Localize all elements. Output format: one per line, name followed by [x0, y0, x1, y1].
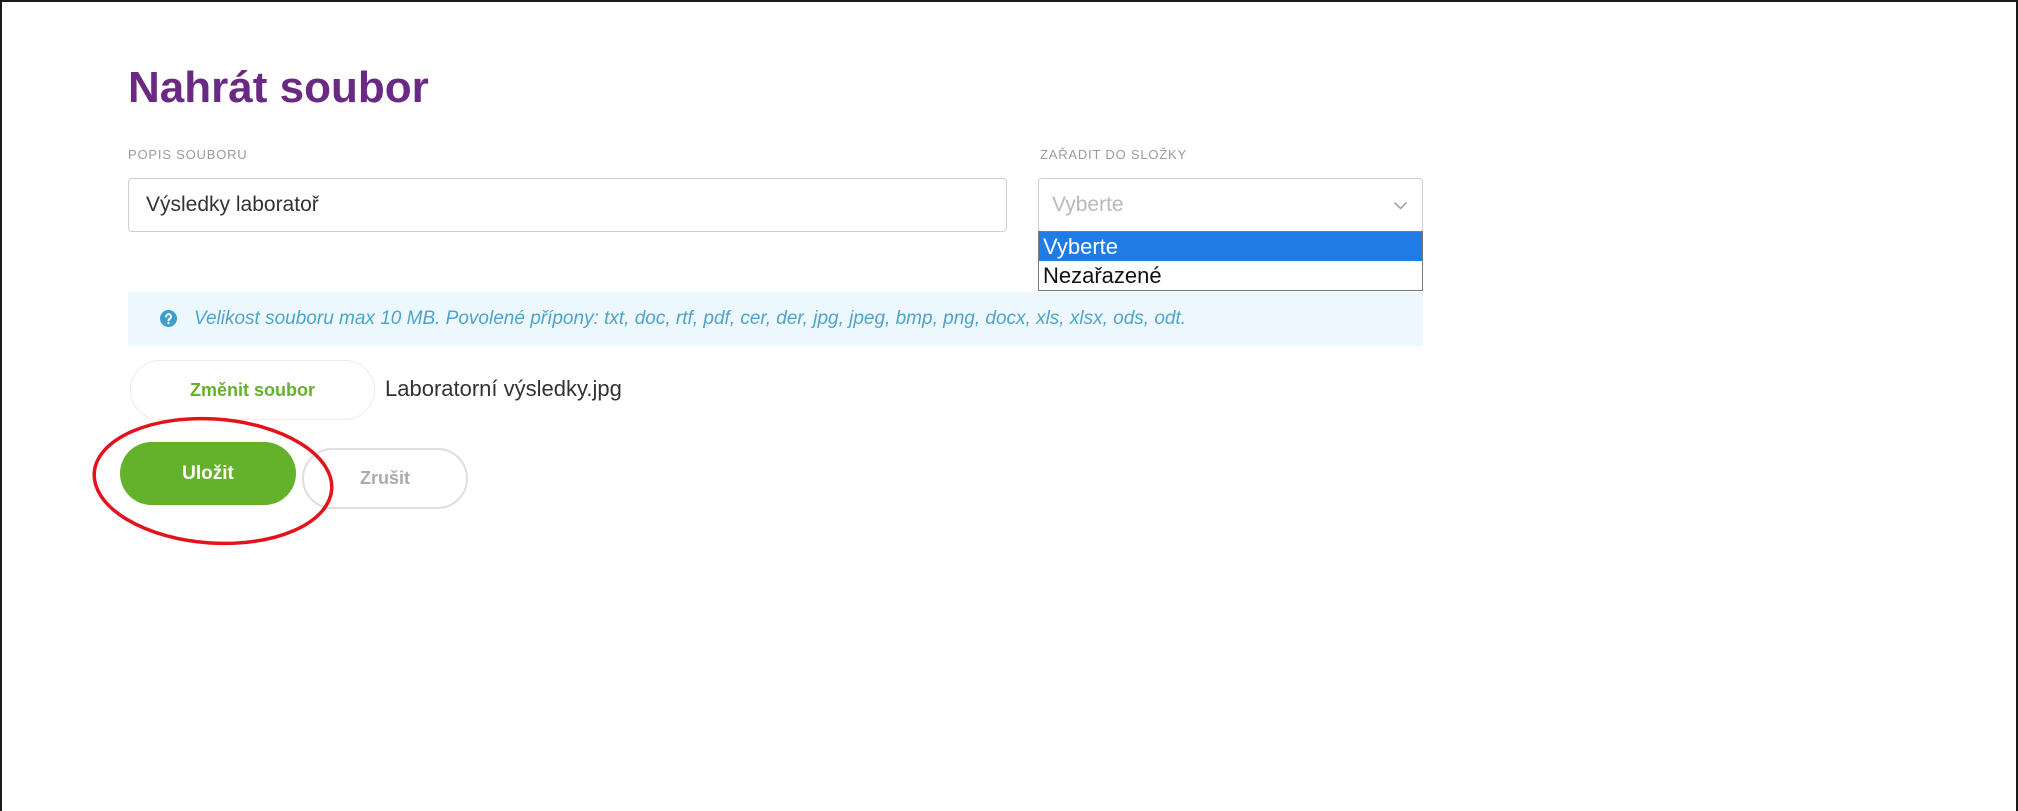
page-title: Nahrát soubor: [128, 63, 429, 112]
info-box: Velikost souboru max 10 MB. Povolené pří…: [128, 292, 1423, 346]
folder-label: ZAŘADIT DO SLOŽKY: [1040, 147, 1187, 162]
chevron-down-icon: [1394, 202, 1407, 210]
folder-select-value: Vyberte: [1052, 193, 1124, 216]
info-text: Velikost souboru max 10 MB. Povolené pří…: [194, 308, 1187, 329]
change-file-button[interactable]: Změnit soubor: [130, 360, 375, 420]
cancel-button[interactable]: Zrušit: [302, 448, 468, 509]
folder-option-nezarazene[interactable]: Nezařazené: [1039, 261, 1422, 290]
folder-option-vyberte[interactable]: Vyberte: [1039, 232, 1422, 261]
save-button[interactable]: Uložit: [120, 442, 296, 505]
folder-dropdown-list: Vyberte Nezařazené: [1038, 231, 1423, 291]
folder-select[interactable]: Vyberte: [1038, 178, 1423, 232]
selected-filename: Laboratorní výsledky.jpg: [385, 376, 622, 401]
description-input[interactable]: [128, 178, 1007, 232]
question-circle-icon: [160, 310, 177, 327]
upload-file-page: Nahrát soubor POPIS SOUBORU ZAŘADIT DO S…: [0, 0, 2018, 811]
description-label: POPIS SOUBORU: [128, 147, 248, 162]
